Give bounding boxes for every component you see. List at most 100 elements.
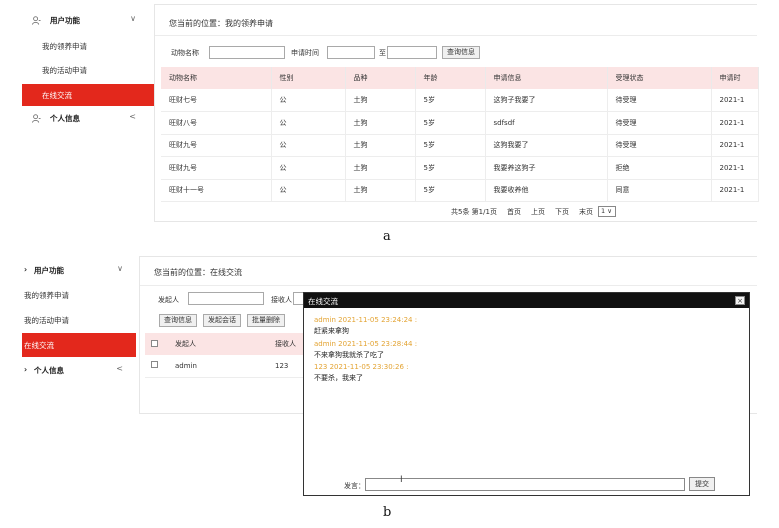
page-select-value: 1 [601, 207, 606, 215]
adoption-table: 动物名称 性别 品种 年龄 申请信息 受理状态 申请时 旺财七号 公 土狗 5岁… [161, 67, 759, 202]
column-header: 动物名称 [161, 67, 272, 89]
table-cell: 公 [271, 111, 346, 135]
sidebar: 用户功能 ∨ 我的领养申请 我的活动申请 在线交流 个人信息 < [22, 4, 154, 222]
table-cell: 待受理 [607, 89, 712, 112]
table-cell: 公 [271, 156, 346, 180]
table-cell: 旺财九号 [161, 134, 272, 157]
table-cell: 旺财十一号 [161, 179, 272, 202]
table-cell: 待受理 [607, 134, 712, 157]
table-cell: sdfsdf [485, 111, 608, 135]
select-all-checkbox[interactable] [151, 339, 158, 347]
chat-dialog: 在线交流 × admin 2021-11-05 23:24:24 : 赶紧来拿狗… [303, 292, 750, 496]
sidebar-item-my-activities[interactable]: 我的活动申请 [22, 309, 139, 331]
table-cell: 2021-1 [711, 89, 759, 112]
sidebar-item-online-chat[interactable]: 在线交流 [22, 84, 154, 106]
table-cell: 土狗 [345, 134, 416, 157]
sidebar-item-my-adoptions[interactable]: 我的领养申请 [22, 284, 139, 306]
sender-label: 发起人 [158, 296, 179, 304]
sidebar-group-personal-info[interactable]: 个人信息 < [22, 107, 154, 129]
table-cell: 5岁 [415, 111, 486, 135]
sidebar-group-label: 用户功能 [34, 266, 64, 275]
batch-delete-button[interactable]: 批量删除 [247, 314, 285, 327]
send-label: 发言： [344, 482, 365, 490]
user-icon [32, 114, 41, 123]
table-cell: 旺财八号 [161, 111, 272, 135]
column-header: 申请信息 [485, 67, 608, 89]
column-header: 性别 [271, 67, 346, 89]
table-cell: 土狗 [345, 111, 416, 135]
table-row: 旺财七号 公 土狗 5岁 这狗子我要了 待受理 2021-1 [161, 89, 759, 112]
animal-name-input[interactable] [209, 46, 285, 59]
column-header: 品种 [345, 67, 416, 89]
query-button[interactable]: 查询信息 [159, 314, 197, 327]
table-cell: 5岁 [415, 179, 486, 202]
table-cell: 旺财七号 [161, 89, 272, 112]
sidebar-item-my-adoptions[interactable]: 我的领养申请 [22, 35, 154, 57]
page-select[interactable]: 1 ∨ [598, 206, 616, 217]
table-cell: 2021-1 [711, 179, 759, 202]
start-date-input[interactable] [327, 46, 375, 59]
sidebar-item-label: 我的领养申请 [24, 291, 69, 300]
message-meta: admin 2021-11-05 23:28:44 : [314, 340, 418, 348]
table-cell: 待受理 [607, 111, 712, 135]
sidebar-item-label: 在线交流 [42, 91, 72, 100]
table-cell: 旺财九号 [161, 156, 272, 180]
dialog-title-bar[interactable]: 在线交流 × [304, 293, 749, 308]
table-row: 旺财十一号 公 土狗 5岁 我要收养他 同意 2021-1 [161, 179, 759, 202]
caption-b: b [383, 505, 392, 520]
table-cell: 这狗子我要了 [485, 89, 608, 112]
divider [140, 285, 757, 286]
table-cell: 5岁 [415, 156, 486, 180]
breadcrumb: 您当前的位置：我的领养申请 [169, 19, 273, 28]
table-row: 旺财九号 公 土狗 5岁 我要养这狗子 拒绝 2021-1 [161, 156, 759, 180]
pager-next-link[interactable]: 下页 [555, 207, 569, 217]
sidebar-group-user-functions[interactable]: › 用户功能 ∨ [22, 259, 139, 281]
start-chat-button[interactable]: 发起会话 [203, 314, 241, 327]
column-header: 年龄 [415, 67, 486, 89]
table-cell: 2021-1 [711, 156, 759, 180]
chevron-left-icon: < [129, 112, 136, 121]
end-date-input[interactable] [387, 46, 437, 59]
submit-button[interactable]: 提交 [689, 477, 715, 491]
table-row: 旺财九号 公 土狗 5岁 这狗我要了 待受理 2021-1 [161, 134, 759, 157]
select-all-cell [145, 333, 169, 355]
chevron-left-icon: < [116, 364, 123, 373]
row-checkbox[interactable] [151, 361, 158, 369]
caption-a: a [383, 229, 391, 244]
query-button[interactable]: 查询信息 [442, 46, 480, 59]
sidebar-item-my-activities[interactable]: 我的活动申请 [22, 59, 154, 81]
pager-prev-link[interactable]: 上页 [531, 207, 545, 217]
message-text: 不来拿狗我就杀了吃了 [314, 351, 384, 359]
sidebar-item-label: 我的活动申请 [24, 316, 69, 325]
sidebar-item-online-chat[interactable]: 在线交流 [22, 333, 136, 357]
table-cell: 公 [271, 89, 346, 112]
message-meta: admin 2021-11-05 23:24:24 : [314, 316, 418, 324]
table-cell: 土狗 [345, 179, 416, 202]
message-meta: 123 2021-11-05 23:30:26 : [314, 363, 409, 371]
table-cell: 公 [271, 179, 346, 202]
receiver-input[interactable] [293, 292, 303, 305]
message-text: 赶紧来拿狗 [314, 327, 349, 335]
table-cell: 这狗我要了 [485, 134, 608, 157]
column-header: 发起人 [169, 333, 269, 355]
close-icon[interactable]: × [735, 296, 745, 305]
sidebar-item-label: 我的活动申请 [42, 66, 87, 75]
bullet-icon: › [24, 265, 28, 274]
sidebar-group-personal-info[interactable]: › 个人信息 < [22, 359, 139, 381]
chevron-down-icon: ∨ [117, 264, 123, 273]
sidebar-group-label: 个人信息 [34, 366, 64, 375]
column-header: 受理状态 [607, 67, 712, 89]
table-cell: 同意 [607, 179, 712, 202]
pager-summary: 共5条 第1/1页 [451, 208, 497, 216]
table-cell: 土狗 [345, 156, 416, 180]
sender-input[interactable] [188, 292, 264, 305]
breadcrumb: 您当前的位置：在线交流 [154, 268, 242, 277]
table-cell: admin [169, 355, 269, 378]
main-content: 您当前的位置：我的领养申请 动物名称 申请时间 至 查询信息 动物名称 性别 品… [154, 4, 759, 222]
sidebar-group-user-functions[interactable]: 用户功能 ∨ [22, 9, 154, 31]
pager-last-link[interactable]: 末页 [579, 207, 593, 217]
pager-first-link[interactable]: 首页 [507, 207, 521, 217]
table-row: 旺财八号 公 土狗 5岁 sdfsdf 待受理 2021-1 [161, 111, 759, 135]
animal-name-label: 动物名称 [171, 49, 199, 57]
message-input[interactable] [365, 478, 685, 491]
